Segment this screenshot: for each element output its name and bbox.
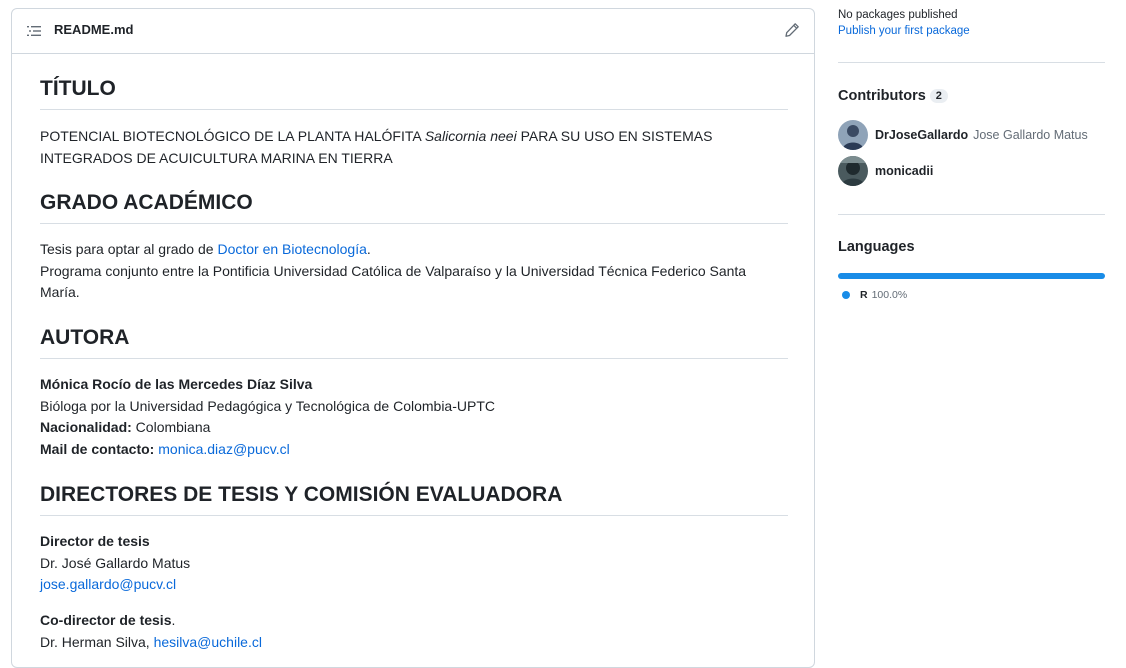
heading-autora: AUTORA — [40, 325, 788, 359]
codirector-suffix: . — [171, 612, 176, 628]
readme-panel: README.md TÍTULO POTENCIAL BIOTECNOLÓGIC… — [11, 8, 815, 668]
codirector-name: Dr. Herman Silva, — [40, 633, 154, 650]
contributors-count-badge: 2 — [929, 89, 948, 103]
contributor-name: Jose Gallardo Matus — [973, 128, 1088, 142]
packages-status: No packages published — [838, 9, 958, 21]
director-mail-link[interactable]: jose.gallardo@pucv.cl — [40, 576, 176, 592]
autora-mail-link[interactable]: monica.diaz@pucv.cl — [158, 441, 289, 457]
heading-directores: DIRECTORES DE TESIS Y COMISIÓN EVALUADOR… — [40, 482, 788, 516]
titulo-text-part2: PARA SU USO EN SISTEMAS — [516, 128, 713, 144]
language-name: R — [860, 289, 868, 301]
avatar[interactable] — [838, 156, 868, 186]
contributor-row[interactable]: DrJoseGallardo Jose Gallardo Matus — [838, 120, 1088, 150]
language-percent: 100.0% — [871, 289, 908, 301]
grado-line3: María. — [40, 284, 80, 300]
titulo-species: Salicornia neei — [424, 128, 517, 144]
titulo-text-line2: INTEGRADOS DE ACUICULTURA MARINA EN TIER… — [40, 149, 393, 166]
director-name: Dr. José Gallardo Matus — [40, 554, 191, 571]
heading-grado: GRADO ACADÉMICO — [40, 190, 788, 224]
grado-line1-suffix: . — [366, 241, 371, 257]
grado-line2: Programa conjunto entre la Pontificia Un… — [40, 262, 747, 279]
language-item[interactable]: R 100.0% — [842, 289, 907, 301]
contributor-row[interactable]: monicadii — [838, 156, 933, 186]
language-bar — [838, 273, 1105, 279]
language-color-dot — [842, 291, 850, 299]
titulo-text-part1: POTENCIAL BIOTECNOLÓGICO DE LA PLANTA HA… — [40, 128, 425, 144]
mail-label: Mail de contacto: — [40, 440, 155, 457]
contributor-login[interactable]: monicadii — [875, 164, 933, 178]
autora-name: Mónica Rocío de las Mercedes Díaz Silva — [40, 376, 313, 392]
contributors-header[interactable]: Contributors 2 — [838, 87, 948, 105]
grado-text: Tesis para optar al grado de Doctor en B… — [40, 239, 788, 304]
autora-text: Mónica Rocío de las Mercedes Díaz Silva … — [40, 374, 788, 460]
readme-filename[interactable]: README.md — [54, 22, 133, 37]
sidebar-divider — [838, 62, 1105, 63]
nationality-label: Nacionalidad: — [40, 419, 132, 435]
contributors-heading[interactable]: Contributors — [838, 88, 926, 104]
titulo-text: POTENCIAL BIOTECNOLÓGICO DE LA PLANTA HA… — [40, 126, 788, 169]
grado-line1-prefix: Tesis para optar al grado de — [40, 241, 218, 257]
heading-titulo: TÍTULO — [40, 76, 788, 110]
sidebar-divider — [838, 214, 1105, 215]
avatar[interactable] — [838, 120, 868, 150]
director-label: Director de tesis — [40, 533, 150, 549]
languages-heading: Languages — [838, 239, 915, 255]
director-block: Director de tesis Dr. José Gallardo Matu… — [40, 531, 788, 596]
readme-header: README.md — [12, 9, 814, 54]
nationality-value: Colombiana — [131, 419, 211, 435]
edit-pencil-icon[interactable] — [784, 22, 800, 38]
doctor-biotecnologia-link[interactable]: Doctor en Biotecnología — [217, 241, 366, 257]
publish-package-link[interactable]: Publish your first package — [838, 25, 970, 37]
codirector-mail-link[interactable]: hesilva@uchile.cl — [154, 634, 262, 650]
autora-bio: Bióloga por la Universidad Pedagógica y … — [40, 397, 495, 414]
codirector-label: Co-director de tesis — [40, 612, 172, 628]
table-of-contents-icon[interactable] — [26, 23, 42, 39]
codirector-block: Co-director de tesis. Dr. Herman Silva, … — [40, 610, 788, 653]
contributor-login[interactable]: DrJoseGallardo — [875, 128, 968, 142]
